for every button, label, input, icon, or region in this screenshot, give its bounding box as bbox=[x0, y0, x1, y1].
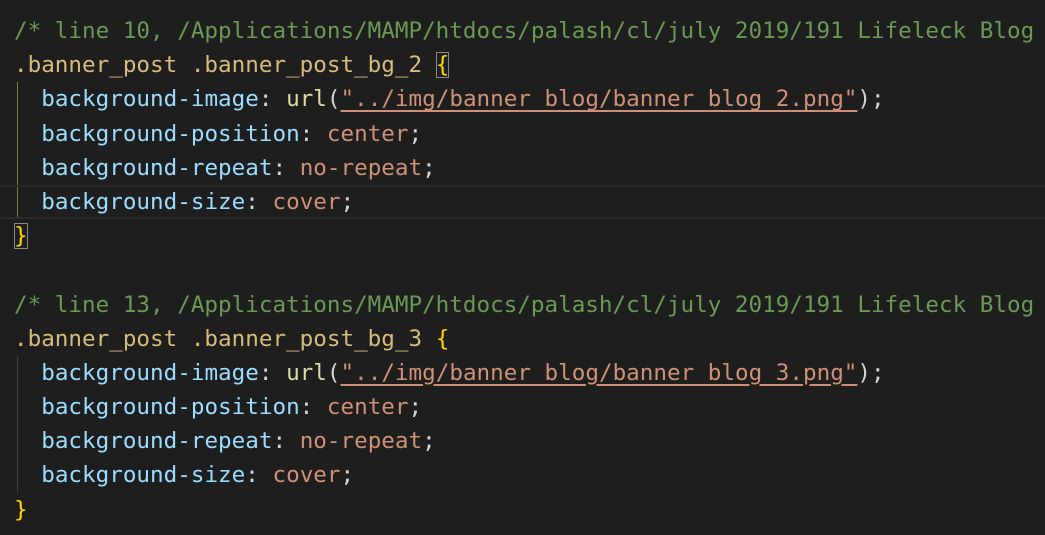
code-line-declaration[interactable]: background-position: center; bbox=[0, 390, 1045, 425]
css-property: background-position bbox=[41, 120, 300, 147]
css-property: background-image bbox=[41, 359, 259, 386]
url-string[interactable]: "../img/banner_blog/banner_blog_2.png" bbox=[341, 86, 858, 112]
code-line-close-brace-2[interactable]: } bbox=[0, 493, 1045, 527]
css-value: no-repeat bbox=[299, 154, 423, 181]
close-paren: ) bbox=[857, 359, 872, 386]
css-function: url bbox=[286, 359, 327, 386]
css-property: background-size bbox=[41, 462, 246, 489]
code-line-selector-2[interactable]: .banner_post .banner_post_bg_3 { bbox=[0, 322, 1045, 356]
indent-guide bbox=[17, 390, 18, 425]
css-property: background-size bbox=[41, 188, 246, 215]
indent-guide bbox=[17, 424, 18, 459]
comment-text: /* line 10, /Applications/MAMP/htdocs/pa… bbox=[14, 18, 1035, 44]
semicolon: ; bbox=[871, 359, 885, 386]
code-line-declaration[interactable]: background-position: center; bbox=[0, 116, 1045, 151]
code-line-empty[interactable] bbox=[0, 253, 1045, 287]
colon: : bbox=[299, 394, 327, 421]
colon: : bbox=[272, 428, 300, 455]
semicolon: ; bbox=[422, 154, 436, 181]
code-line-selector-1[interactable]: .banner_post .banner_post_bg_2 { bbox=[0, 48, 1045, 82]
semicolon: ; bbox=[408, 120, 423, 147]
css-value: cover bbox=[272, 462, 341, 489]
comment-text: /* line 13, /Applications/MAMP/htdocs/pa… bbox=[14, 291, 1035, 318]
semicolon: ; bbox=[340, 188, 355, 215]
code-editor[interactable]: /* line 10, /Applications/MAMP/htdocs/pa… bbox=[0, 14, 1045, 527]
open-paren: ( bbox=[326, 86, 341, 113]
semicolon: ; bbox=[422, 428, 436, 455]
colon: : bbox=[245, 462, 273, 489]
code-line-declaration[interactable]: background-repeat: no-repeat; bbox=[0, 150, 1045, 185]
css-property: background-image bbox=[41, 86, 259, 113]
indent-guide bbox=[17, 82, 18, 117]
indent-guide bbox=[17, 186, 18, 218]
colon: : bbox=[258, 86, 287, 113]
indent-guide bbox=[17, 458, 18, 493]
code-line-comment-2[interactable]: /* line 13, /Applications/MAMP/htdocs/pa… bbox=[0, 288, 1045, 322]
css-value: cover bbox=[272, 188, 341, 215]
indent-guide bbox=[17, 355, 18, 391]
css-value: center bbox=[326, 394, 409, 421]
indent-guide bbox=[17, 116, 18, 151]
css-property: background-position bbox=[41, 394, 300, 421]
code-line-declaration[interactable]: background-size: cover; bbox=[0, 458, 1045, 493]
url-string[interactable]: "../img/banner_blog/banner_blog_3.png" bbox=[341, 360, 858, 386]
colon: : bbox=[245, 188, 273, 215]
code-line-declaration[interactable]: background-image: url("../img/banner_blo… bbox=[0, 355, 1045, 391]
css-selector: .banner_post .banner_post_bg_2 bbox=[14, 52, 423, 79]
open-brace: { bbox=[435, 52, 450, 79]
colon: : bbox=[299, 120, 327, 147]
css-function: url bbox=[286, 86, 327, 113]
close-brace: } bbox=[14, 223, 28, 250]
css-property: background-repeat bbox=[41, 428, 273, 455]
code-line-declaration[interactable]: background-repeat: no-repeat; bbox=[0, 424, 1045, 459]
css-selector: .banner_post .banner_post_bg_3 bbox=[14, 325, 423, 352]
code-line-close-brace-1[interactable]: } bbox=[0, 219, 1045, 253]
colon: : bbox=[272, 154, 300, 181]
code-line-comment-1[interactable]: /* line 10, /Applications/MAMP/htdocs/pa… bbox=[0, 14, 1045, 48]
indent-guide bbox=[17, 150, 18, 185]
colon: : bbox=[258, 359, 287, 386]
css-value: center bbox=[326, 120, 409, 147]
semicolon: ; bbox=[408, 394, 423, 421]
code-line-declaration[interactable]: background-image: url("../img/banner_blo… bbox=[0, 82, 1045, 117]
open-brace: { bbox=[435, 325, 450, 352]
open-paren: ( bbox=[326, 359, 341, 386]
semicolon: ; bbox=[340, 462, 355, 489]
code-line-declaration-current[interactable]: background-size: cover; bbox=[0, 184, 1045, 220]
semicolon: ; bbox=[871, 86, 885, 113]
css-property: background-repeat bbox=[41, 154, 273, 181]
css-value: no-repeat bbox=[299, 428, 423, 455]
close-brace: } bbox=[14, 496, 28, 523]
close-paren: ) bbox=[857, 86, 872, 113]
